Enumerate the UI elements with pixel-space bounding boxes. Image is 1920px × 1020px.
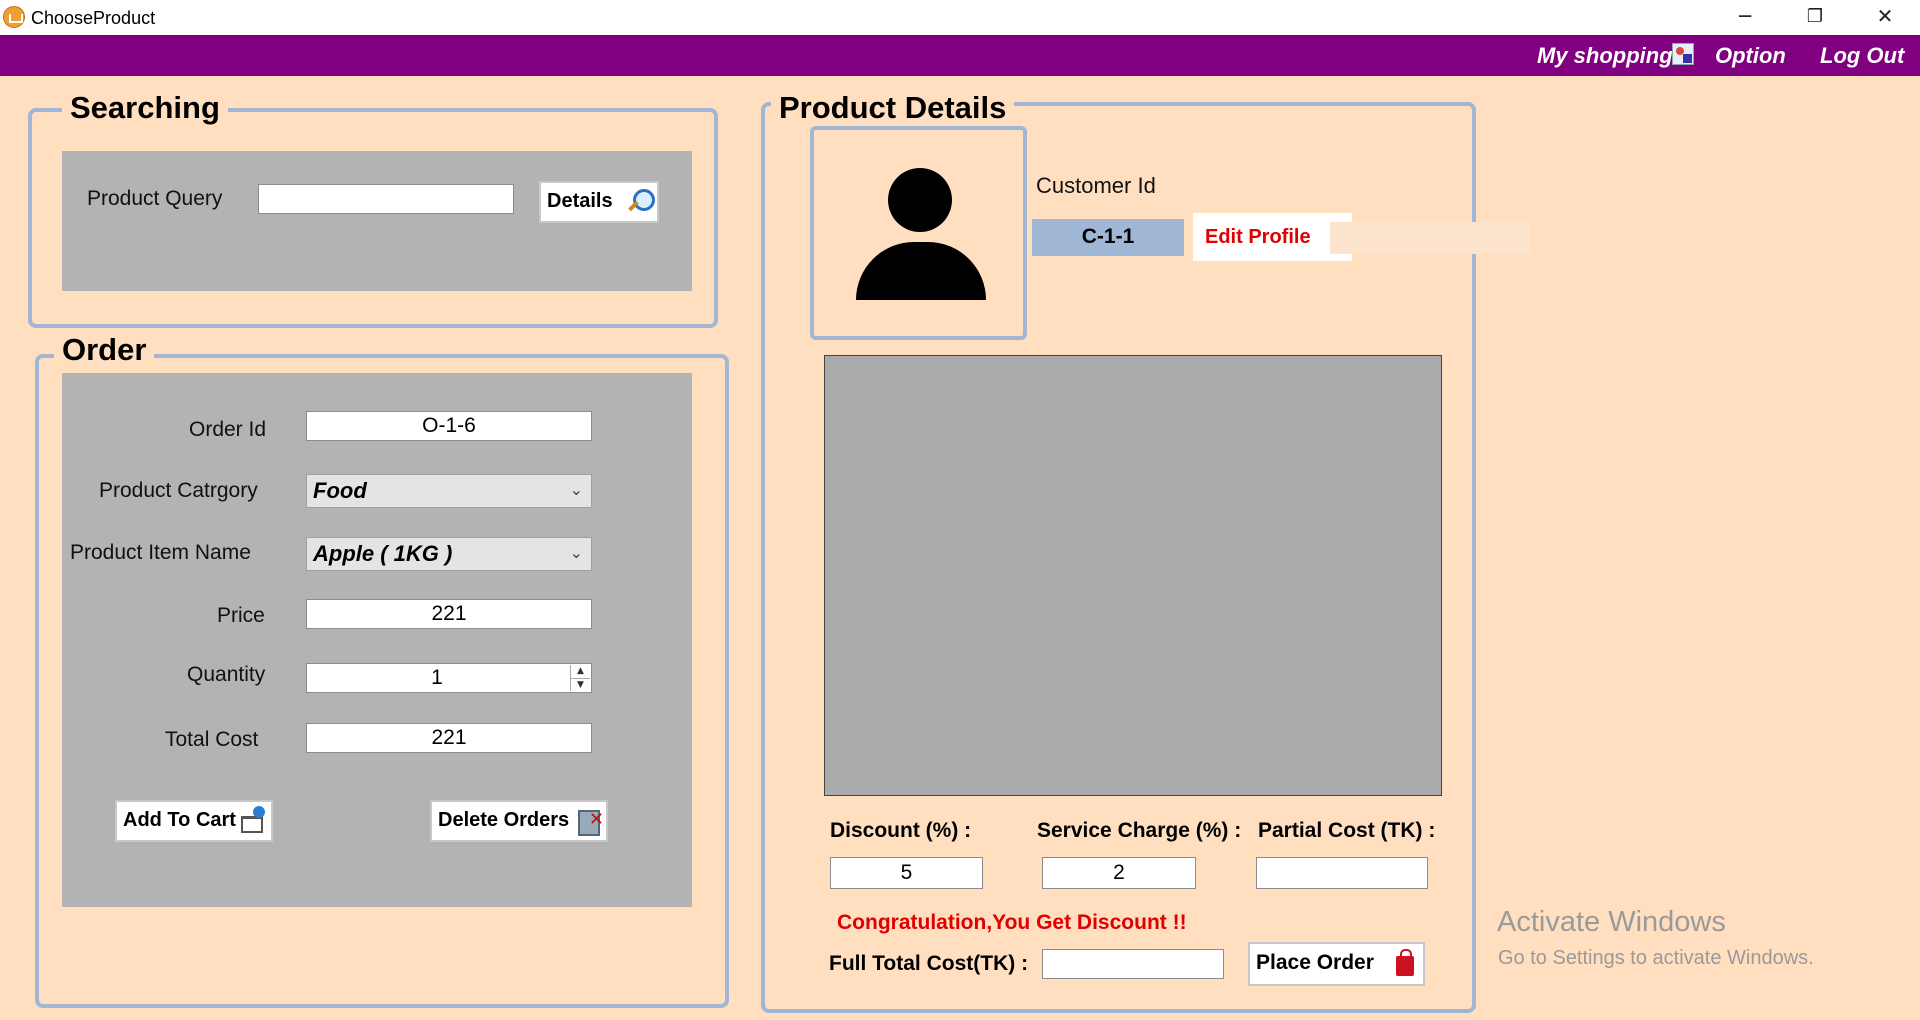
item-name-label: Product Item Name: [70, 541, 251, 564]
category-label: Product Catrgory: [99, 479, 258, 502]
order-id-field[interactable]: O-1-6: [306, 411, 592, 441]
spinner-down-icon[interactable]: ▼: [571, 678, 590, 691]
close-button[interactable]: ✕: [1850, 0, 1920, 35]
customer-id-label: Customer Id: [1036, 173, 1156, 198]
delete-orders-label: Delete Orders: [438, 809, 570, 831]
full-total-field[interactable]: [1042, 949, 1224, 979]
add-to-cart-button[interactable]: Add To Cart: [115, 800, 273, 842]
user-head-icon: [888, 168, 952, 232]
details-button[interactable]: Details: [539, 181, 659, 223]
quantity-stepper[interactable]: 1 ▲ ▼: [306, 663, 592, 693]
chevron-down-icon: ⌄: [569, 482, 583, 499]
product-query-input[interactable]: [258, 184, 514, 214]
service-charge-label: Service Charge (%) :: [1037, 819, 1242, 842]
discount-field[interactable]: 5: [830, 857, 983, 889]
menu-my-shopping[interactable]: My shopping: [1537, 43, 1673, 69]
quantity-value: 1: [431, 666, 443, 689]
product-query-label: Product Query: [87, 187, 223, 210]
discount-label: Discount (%) :: [830, 819, 972, 842]
menu-log-out[interactable]: Log Out: [1820, 43, 1904, 69]
discount-message: Congratulation,You Get Discount !!: [837, 911, 1187, 934]
minimize-button[interactable]: ─: [1710, 0, 1780, 35]
quantity-label: Quantity: [187, 663, 266, 686]
window-title: ChooseProduct: [31, 8, 156, 28]
details-button-label: Details: [547, 190, 613, 212]
title-bar: ChooseProduct ─ ❐ ✕: [0, 0, 1920, 35]
total-cost-label: Total Cost: [165, 728, 259, 751]
trash-icon: [574, 802, 604, 838]
full-total-label: Full Total Cost(TK) :: [829, 952, 1029, 975]
menu-option[interactable]: Option: [1715, 43, 1786, 69]
faded-overlay: [1330, 222, 1530, 254]
customer-id-value: C-1-1: [1032, 219, 1184, 256]
shopping-user-icon[interactable]: [1672, 43, 1694, 65]
quantity-spinner[interactable]: ▲ ▼: [570, 665, 590, 691]
restore-button[interactable]: ❐: [1780, 0, 1850, 35]
activation-watermark-subtitle: Go to Settings to activate Windows.: [1498, 947, 1814, 969]
avatar: [810, 126, 1027, 340]
partial-cost-label: Partial Cost (TK) :: [1258, 819, 1436, 842]
user-body-icon: [856, 242, 986, 300]
price-label: Price: [217, 604, 265, 627]
searching-title: Searching: [62, 91, 228, 125]
delete-orders-button[interactable]: Delete Orders: [430, 800, 608, 842]
app-icon: [3, 6, 25, 28]
order-id-label: Order Id: [189, 418, 267, 441]
place-order-button[interactable]: Place Order: [1248, 942, 1425, 986]
add-to-cart-label: Add To Cart: [123, 809, 236, 831]
item-name-select[interactable]: Apple ( 1KG ) ⌄: [306, 537, 592, 571]
total-cost-field[interactable]: 221: [306, 723, 592, 753]
item-name-value: Apple ( 1KG ): [313, 541, 453, 566]
menu-bar: My shopping Option Log Out: [0, 35, 1920, 76]
searching-panel: Product Query Details: [62, 151, 692, 291]
partial-cost-field[interactable]: [1256, 857, 1428, 889]
service-charge-field[interactable]: 2: [1042, 857, 1196, 889]
order-panel: Order Id O-1-6 Product Catrgory Food ⌄ P…: [62, 373, 692, 907]
activation-watermark-title: Activate Windows: [1497, 906, 1726, 938]
shopping-bag-icon: [1391, 948, 1419, 976]
cart-icon: [239, 806, 267, 834]
price-field[interactable]: 221: [306, 599, 592, 629]
chevron-down-icon: ⌄: [569, 545, 583, 562]
spinner-up-icon[interactable]: ▲: [571, 665, 590, 678]
place-order-label: Place Order: [1256, 951, 1374, 974]
edit-profile-button[interactable]: Edit Profile: [1193, 213, 1352, 261]
order-title: Order: [54, 333, 155, 367]
product-image-panel: [824, 355, 1442, 796]
category-value: Food: [313, 478, 367, 503]
category-select[interactable]: Food ⌄: [306, 474, 592, 508]
product-details-title: Product Details: [771, 91, 1015, 125]
magnifier-icon: [625, 187, 655, 215]
